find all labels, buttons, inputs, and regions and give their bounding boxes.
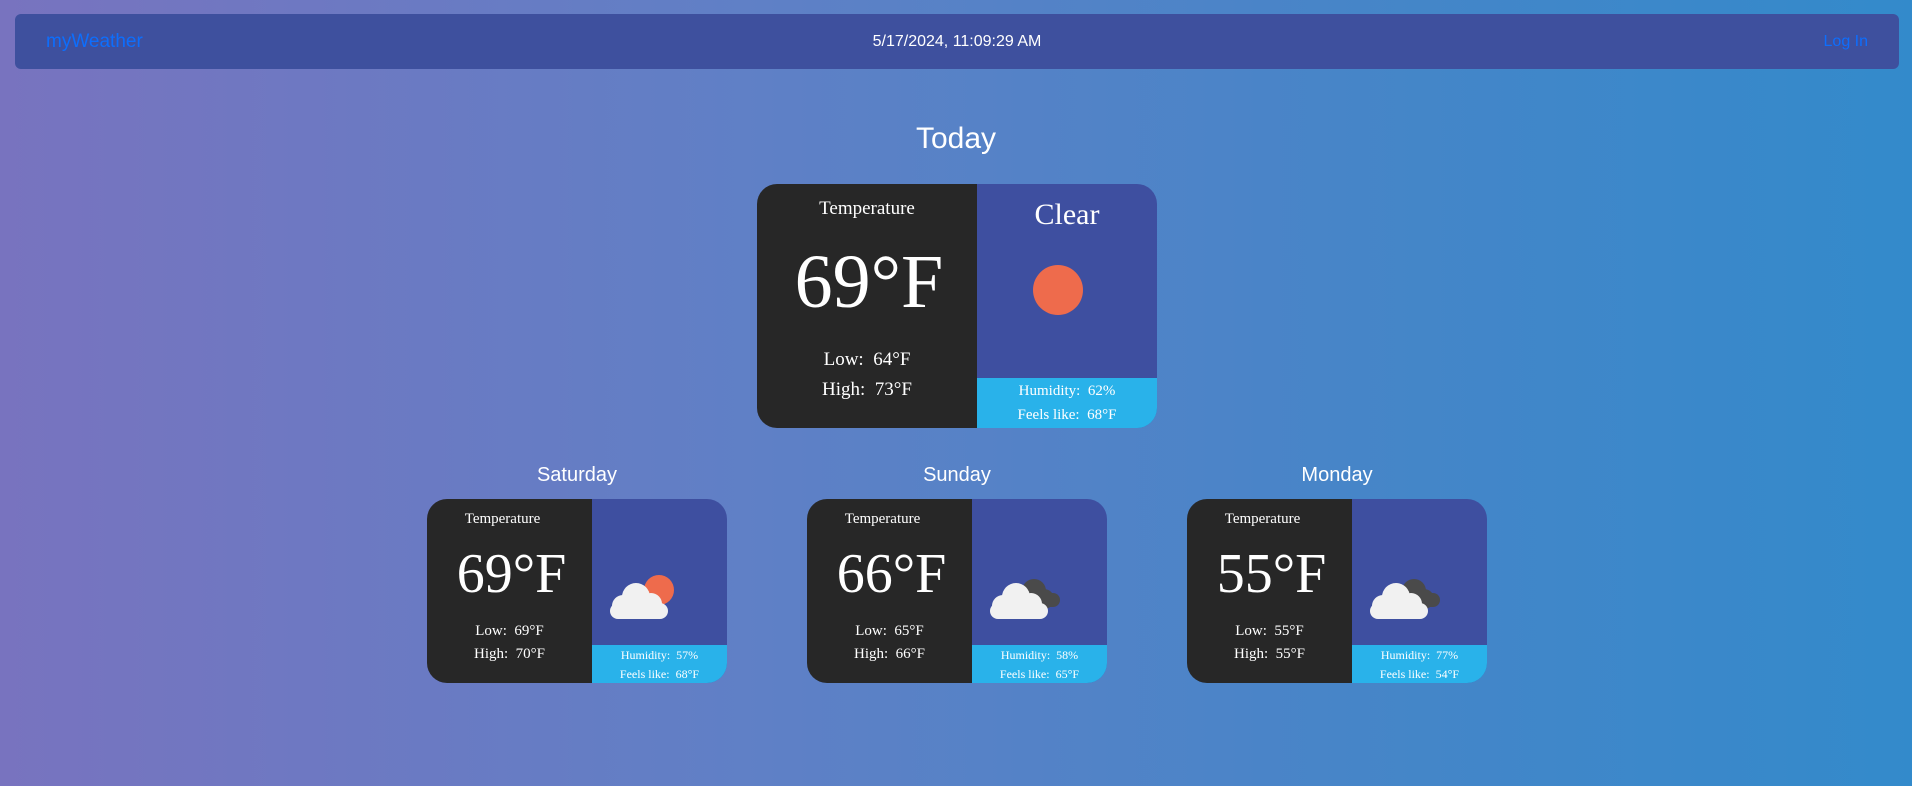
feels-like: Feels like: 65°F <box>972 665 1107 683</box>
feels-like-label: Feels like: <box>999 667 1050 681</box>
high-value: 66°F <box>895 646 925 662</box>
humidity-value: 77% <box>1436 648 1459 662</box>
forecast-temperature: 66°F <box>836 543 947 605</box>
feels-like: Feels like: 68°F <box>977 403 1157 427</box>
feels-like: Feels like: 68°F <box>592 665 727 683</box>
humidity-value: 57% <box>676 648 699 662</box>
humidity-label: Humidity: <box>620 648 671 662</box>
humidity-value: 62% <box>1087 383 1116 399</box>
forecast-details: Humidity: 58% Feels like: 65°F <box>972 645 1107 683</box>
low-temperature: Low: 69°F <box>427 623 592 640</box>
high-value: 70°F <box>515 646 545 662</box>
temperature-label: Temperature <box>844 511 921 527</box>
low-value: 69°F <box>514 623 544 639</box>
forecast-day-title: Saturday <box>536 464 618 486</box>
low-temperature: Low: 65°F <box>807 623 972 640</box>
low-label: Low: <box>1235 623 1267 639</box>
weather-condition: Clear <box>1034 198 1100 231</box>
high-value: 55°F <box>1275 646 1305 662</box>
humidity: Humidity: 58% <box>972 646 1107 665</box>
current-temperature: 69°F <box>794 240 944 324</box>
low-label: Low: <box>855 623 887 639</box>
high-label: High: <box>473 646 509 662</box>
humidity-label: Humidity: <box>1000 648 1051 662</box>
humidity-label: Humidity: <box>1018 383 1081 399</box>
today-condition-panel: Clear Humidity: 62% Feels like: 68°F <box>977 184 1157 428</box>
feels-like-value: 65°F <box>1055 667 1080 681</box>
high-temperature: High: 55°F <box>1187 646 1352 663</box>
partly-cloudy-icon <box>608 569 688 629</box>
high-value: 73°F <box>874 379 912 400</box>
forecast-details: Humidity: 77% Feels like: 54°F <box>1352 645 1487 683</box>
temperature-label: Temperature <box>819 198 915 219</box>
humidity-value: 58% <box>1056 648 1079 662</box>
forecast-card-saturday: Temperature 69°F Low: 69°F High: 70°F Hu… <box>427 499 727 683</box>
today-weather-card: Temperature 69°F Low: 64°F High: 73°F Cl… <box>757 184 1157 428</box>
current-datetime: 5/17/2024, 11:09:29 AM <box>872 33 1042 50</box>
low-value: 55°F <box>1274 623 1304 639</box>
forecast-condition-panel: Humidity: 77% Feels like: 54°F <box>1352 499 1487 683</box>
feels-like-label: Feels like: <box>1379 667 1430 681</box>
humidity-label: Humidity: <box>1380 648 1431 662</box>
high-label: High: <box>822 379 866 400</box>
humidity: Humidity: 62% <box>977 379 1157 403</box>
forecast-condition-panel: Humidity: 58% Feels like: 65°F <box>972 499 1107 683</box>
humidity: Humidity: 57% <box>592 646 727 665</box>
feels-like-label: Feels like: <box>1017 407 1080 423</box>
login-link[interactable]: Log In <box>1824 14 1868 69</box>
high-temperature: High: 73°F <box>757 379 977 401</box>
humidity: Humidity: 77% <box>1352 646 1487 665</box>
today-details: Humidity: 62% Feels like: 68°F <box>977 378 1157 428</box>
today-heading: Today <box>915 122 997 155</box>
forecast-temperature: 69°F <box>456 543 567 605</box>
low-value: 65°F <box>894 623 924 639</box>
forecast-temperature-panel: Temperature 55°F Low: 55°F High: 55°F <box>1187 499 1352 683</box>
temperature-label: Temperature <box>1224 511 1301 527</box>
cloudy-icon <box>1368 569 1448 629</box>
cloudy-icon <box>988 569 1068 629</box>
feels-like: Feels like: 54°F <box>1352 665 1487 683</box>
sun-icon <box>1033 265 1083 315</box>
high-label: High: <box>1233 646 1269 662</box>
high-temperature: High: 70°F <box>427 646 592 663</box>
forecast-card-sunday: Temperature 66°F Low: 65°F High: 66°F Hu… <box>807 499 1107 683</box>
forecast-temperature-panel: Temperature 69°F Low: 69°F High: 70°F <box>427 499 592 683</box>
low-value: 64°F <box>873 349 911 370</box>
low-label: Low: <box>475 623 507 639</box>
feels-like-value: 68°F <box>675 667 700 681</box>
feels-like-label: Feels like: <box>619 667 670 681</box>
forecast-temperature: 55°F <box>1216 543 1327 605</box>
today-temperature-panel: Temperature 69°F Low: 64°F High: 73°F <box>757 184 977 428</box>
high-temperature: High: 66°F <box>807 646 972 663</box>
low-label: Low: <box>823 349 864 370</box>
low-temperature: Low: 64°F <box>757 349 977 371</box>
high-label: High: <box>853 646 889 662</box>
feels-like-value: 54°F <box>1435 667 1460 681</box>
forecast-details: Humidity: 57% Feels like: 68°F <box>592 645 727 683</box>
low-temperature: Low: 55°F <box>1187 623 1352 640</box>
feels-like-value: 68°F <box>1087 407 1117 423</box>
forecast-condition-panel: Humidity: 57% Feels like: 68°F <box>592 499 727 683</box>
temperature-label: Temperature <box>464 511 541 527</box>
forecast-day-title: Sunday <box>923 464 991 486</box>
forecast-temperature-panel: Temperature 66°F Low: 65°F High: 66°F <box>807 499 972 683</box>
forecast-day-title: Monday <box>1301 464 1373 486</box>
navbar: myWeather 5/17/2024, 11:09:29 AM Log In <box>15 14 1899 69</box>
forecast-card-monday: Temperature 55°F Low: 55°F High: 55°F Hu… <box>1187 499 1487 683</box>
